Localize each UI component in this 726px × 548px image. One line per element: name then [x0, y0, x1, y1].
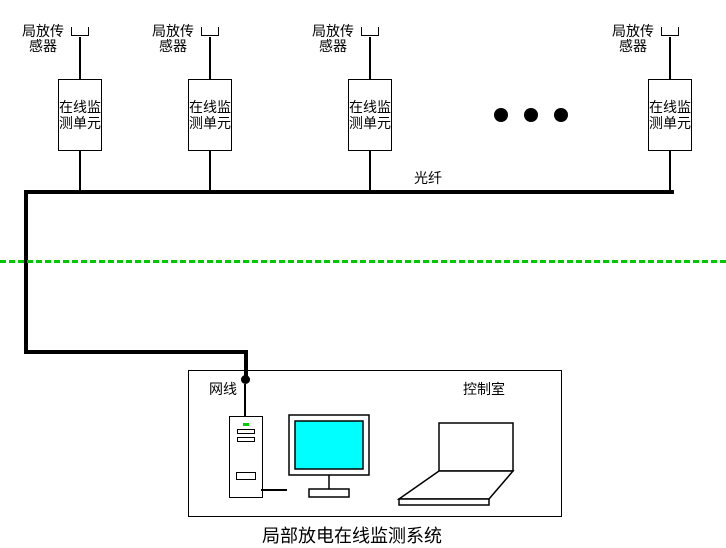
- unit-wire-3: [369, 150, 371, 192]
- fiber-label: 光纤: [414, 168, 442, 188]
- fiber-bus-horizontal: [24, 190, 674, 194]
- sensor-label-3: 局放传感器: [312, 24, 354, 54]
- unit-label-4: 在线监测单元: [649, 99, 691, 131]
- sensor-wire-4: [669, 37, 671, 79]
- ellipsis-dot-1: [494, 108, 508, 122]
- sensor-label-1: 局放传感器: [22, 24, 64, 54]
- fiber-bus-vertical: [24, 190, 28, 350]
- control-room-label: 控制室: [463, 379, 505, 399]
- sensor-icon-4: [661, 27, 679, 36]
- ellipsis-dot-3: [554, 108, 568, 122]
- unit-box-4: 在线监测单元: [648, 79, 692, 151]
- sensor-wire-1: [79, 37, 81, 79]
- unit-box-2: 在线监测单元: [188, 79, 232, 151]
- lan-to-tower-icon: [244, 384, 246, 416]
- sensor-label-2: 局放传感器: [152, 24, 194, 54]
- monitor-icon: [285, 411, 373, 503]
- pc-tower-icon: [229, 416, 263, 498]
- pc-cable-icon: [261, 489, 287, 491]
- diagram-canvas: 局放传感器 在线监测单元 局放传感器 在线监测单元 局放传感器 在线监测单元 局…: [0, 0, 726, 547]
- control-room-box: 网线 控制室: [188, 370, 562, 517]
- sensor-label-4: 局放传感器: [612, 24, 654, 54]
- unit-box-1: 在线监测单元: [58, 79, 102, 151]
- diagram-title: 局部放电在线监测系统: [262, 522, 442, 548]
- unit-wire-4: [669, 150, 671, 192]
- sensor-icon-2: [201, 27, 219, 36]
- unit-label-1: 在线监测单元: [59, 99, 101, 131]
- fiber-bus-to-pc: [24, 350, 247, 354]
- unit-box-3: 在线监测单元: [348, 79, 392, 151]
- sensor-icon-3: [361, 27, 379, 36]
- laptop-icon: [389, 419, 529, 509]
- ellipsis-dot-2: [524, 108, 538, 122]
- unit-label-2: 在线监测单元: [189, 99, 231, 131]
- separator-line: [0, 260, 726, 263]
- unit-wire-2: [209, 150, 211, 192]
- lan-node-icon: [241, 375, 250, 384]
- sensor-icon-1: [71, 27, 89, 36]
- sensor-wire-2: [209, 37, 211, 79]
- unit-wire-1: [79, 150, 81, 192]
- sensor-wire-3: [369, 37, 371, 79]
- lan-label: 网线: [209, 379, 237, 399]
- unit-label-3: 在线监测单元: [349, 99, 391, 131]
- lan-drop-icon: [244, 351, 247, 375]
